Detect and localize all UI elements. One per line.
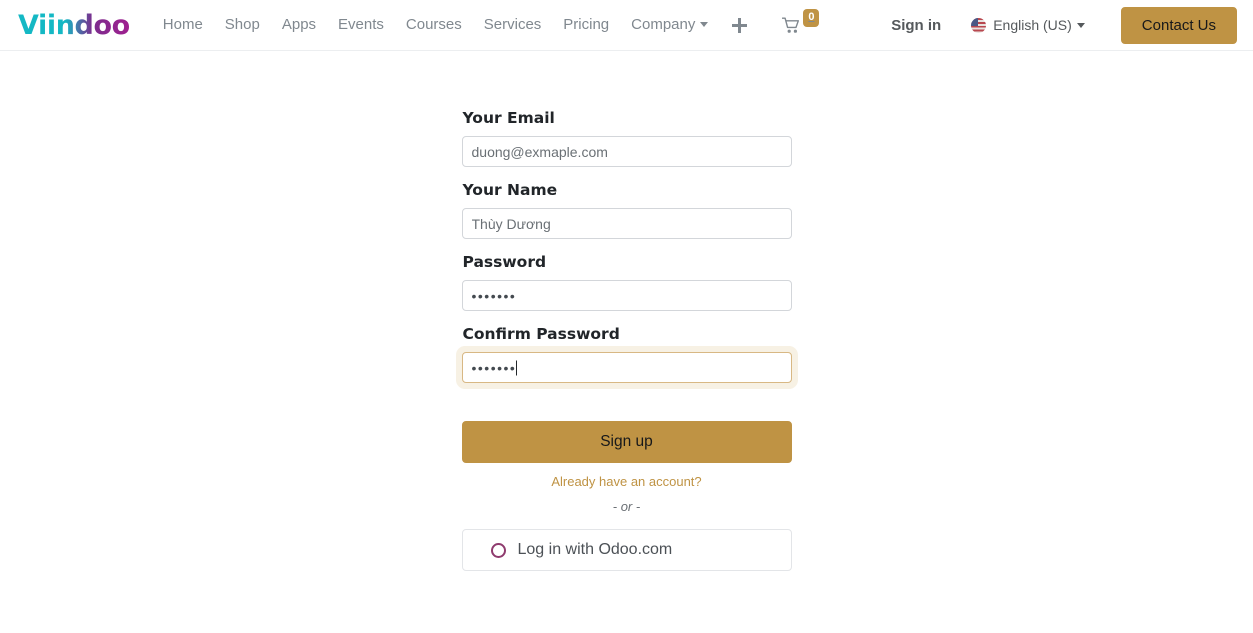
confirm-password-input-shell <box>455 346 798 389</box>
sign-up-button[interactable]: Sign up <box>461 421 792 463</box>
nav-item-label: Services <box>483 16 542 34</box>
shopping-cart-button[interactable]: 0 <box>772 9 829 40</box>
nav-item-label: Shop <box>224 16 260 34</box>
already-have-account-link[interactable]: Already have an account? <box>462 474 792 489</box>
nav-item-container: 0 <box>760 9 829 40</box>
language-label: English (US) <box>993 17 1072 33</box>
nav-item-label: Pricing <box>563 16 610 34</box>
us-flag-icon <box>971 17 987 33</box>
nav-item-container: Apps <box>271 15 327 35</box>
top-navigation-bar: Viindoo Home Shop Apps Events Courses Se… <box>0 0 1253 51</box>
nav-item-apps[interactable]: Apps <box>271 10 327 39</box>
nav-item-label: Apps <box>281 16 317 34</box>
nav-item-home[interactable]: Home <box>152 10 214 39</box>
nav-item-container: Company <box>620 15 719 35</box>
name-label: Your Name <box>462 181 558 199</box>
confirm-password-label: Confirm Password <box>462 325 620 343</box>
confirm-password-input[interactable] <box>461 352 792 383</box>
password-label: Password <box>462 253 547 271</box>
navbar-right-section: Sign in English (US) Contact Us <box>881 6 1237 44</box>
nav-item-container <box>719 11 760 40</box>
nav-item-pricing[interactable]: Pricing <box>552 10 620 39</box>
nav-item-container: Services <box>473 15 553 35</box>
email-field-group: Your Email <box>461 109 792 167</box>
shopping-cart-icon <box>782 17 800 33</box>
nav-item-label: Company <box>631 16 696 34</box>
signup-form: Your Email Your Name Password Confirm Pa… <box>455 109 798 571</box>
cart-count-badge: 0 <box>803 9 820 27</box>
name-field-group: Your Name <box>461 181 792 239</box>
name-input[interactable] <box>461 208 792 239</box>
contact-us-button[interactable]: Contact Us <box>1120 6 1237 44</box>
add-menu-button[interactable] <box>719 11 760 40</box>
nav-item-shop[interactable]: Shop <box>214 10 271 39</box>
password-field-group: Password <box>461 253 792 311</box>
chevron-down-icon <box>1076 22 1085 28</box>
odoo-circle-icon <box>490 542 506 558</box>
language-selector[interactable]: English (US) <box>961 11 1095 39</box>
brand-logo-text: Viindoo <box>18 9 130 41</box>
sign-in-link[interactable]: Sign in <box>881 11 951 40</box>
confirm-password-field-group: Confirm Password <box>455 325 798 389</box>
login-with-odoo-label: Log in with Odoo.com <box>517 541 673 558</box>
chevron-down-icon <box>700 22 709 28</box>
login-with-odoo-button[interactable]: Log in with Odoo.com <box>461 529 792 571</box>
nav-item-services[interactable]: Services <box>473 10 553 39</box>
nav-item-container: Courses <box>395 15 473 35</box>
nav-item-container: Shop <box>214 15 271 35</box>
email-label: Your Email <box>462 109 555 127</box>
nav-item-label: Home <box>162 16 203 34</box>
nav-item-courses[interactable]: Courses <box>395 10 473 39</box>
nav-item-label: Courses <box>405 16 462 34</box>
brand-logo[interactable]: Viindoo <box>18 12 130 39</box>
nav-item-label: Events <box>338 16 384 34</box>
or-separator: - or - <box>612 499 641 514</box>
nav-item-container: Home <box>152 15 214 35</box>
nav-item-company[interactable]: Company <box>620 10 719 39</box>
email-input[interactable] <box>461 136 792 167</box>
page-body: Your Email Your Name Password Confirm Pa… <box>0 51 1253 571</box>
password-input-shell <box>461 280 792 311</box>
password-input[interactable] <box>461 280 792 311</box>
main-menu: Home Shop Apps Events Courses Services P… <box>152 9 830 40</box>
nav-item-container: Pricing <box>552 15 620 35</box>
nav-item-container: Events <box>327 15 395 35</box>
nav-item-events[interactable]: Events <box>327 10 395 39</box>
plus-icon <box>732 17 748 33</box>
